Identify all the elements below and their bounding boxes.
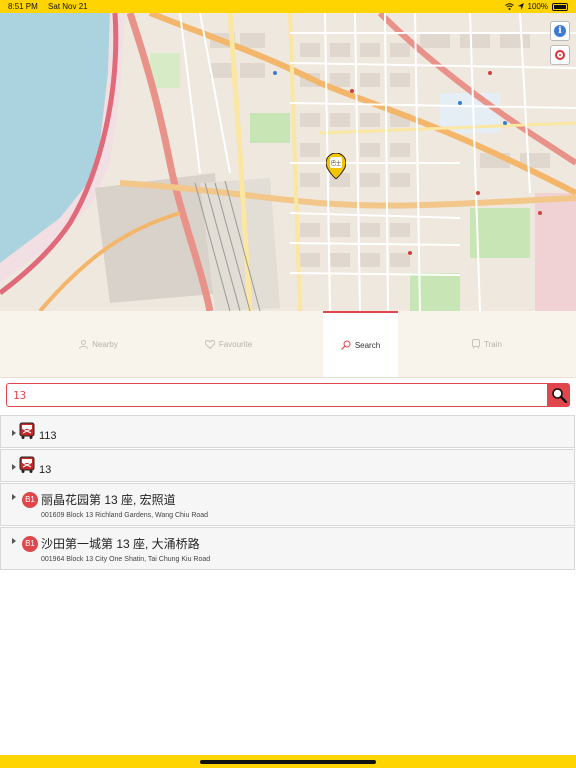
stop-name: 丽晶花园第 13 座, 宏照道 bbox=[41, 493, 176, 507]
list-item-route[interactable]: 13 bbox=[0, 449, 575, 482]
list-item-stop[interactable]: B1 丽晶花园第 13 座, 宏照道 001609 Block 13 Richl… bbox=[0, 483, 575, 526]
expand-caret-icon[interactable] bbox=[12, 464, 16, 470]
tab-favourite[interactable]: Favourite bbox=[130, 311, 327, 377]
tab-nearby-label: Nearby bbox=[92, 339, 118, 349]
train-icon bbox=[472, 339, 481, 349]
home-indicator[interactable] bbox=[200, 760, 376, 764]
search-bar bbox=[6, 383, 570, 407]
search-icon bbox=[340, 340, 351, 350]
tab-bar: Nearby Favourite Search Train bbox=[0, 311, 576, 378]
battery-icon bbox=[552, 2, 568, 11]
expand-caret-icon[interactable] bbox=[12, 538, 16, 544]
tab-train[interactable]: Train bbox=[398, 311, 576, 377]
stop-detail: 001609 Block 13 Richland Gardens, Wang C… bbox=[41, 512, 209, 519]
marker-label: 巴士 bbox=[331, 160, 341, 167]
bus-stop-marker[interactable]: 巴士 bbox=[326, 153, 346, 179]
list-item-stop[interactable]: B1 沙田第一城第 13 座, 大涌桥路 001964 Block 13 Cit… bbox=[0, 527, 575, 570]
expand-caret-icon[interactable] bbox=[12, 494, 16, 500]
status-date: Sat Nov 21 bbox=[48, 2, 88, 11]
bus-icon bbox=[19, 456, 35, 473]
search-button[interactable] bbox=[547, 383, 570, 407]
status-right: 100% bbox=[504, 2, 568, 11]
tab-search[interactable]: Search bbox=[323, 311, 398, 377]
stop-name: 沙田第一城第 13 座, 大涌桥路 bbox=[41, 537, 200, 551]
heart-icon bbox=[204, 339, 215, 349]
search-input[interactable] bbox=[6, 383, 554, 407]
info-button[interactable]: i bbox=[550, 21, 570, 41]
location-arrow-icon bbox=[517, 3, 524, 10]
tab-train-label: Train bbox=[484, 339, 502, 349]
target-icon bbox=[555, 50, 565, 60]
map-view[interactable]: 巴士 i bbox=[0, 13, 576, 311]
stop-badge: B1 bbox=[22, 492, 38, 508]
status-left: 8:51 PM Sat Nov 21 bbox=[8, 2, 88, 11]
map-pin-icon: 巴士 bbox=[326, 153, 346, 179]
tab-favourite-label: Favourite bbox=[218, 339, 253, 349]
expand-caret-icon[interactable] bbox=[12, 430, 16, 436]
battery-percent: 100% bbox=[527, 2, 548, 11]
stop-badge: B1 bbox=[22, 536, 38, 552]
person-icon bbox=[79, 339, 89, 349]
status-bar: 8:51 PM Sat Nov 21 100% bbox=[0, 0, 576, 13]
locate-button[interactable] bbox=[550, 45, 570, 65]
route-number: 113 bbox=[39, 430, 57, 442]
status-time: 8:51 PM bbox=[8, 2, 38, 11]
info-icon: i bbox=[554, 25, 566, 37]
magnifier-icon bbox=[551, 388, 567, 403]
route-number: 13 bbox=[39, 464, 52, 476]
tab-search-label: Search bbox=[354, 340, 381, 350]
stop-detail: 001964 Block 13 City One Shatin, Tai Chu… bbox=[41, 556, 211, 563]
wifi-icon bbox=[504, 3, 514, 10]
bus-icon bbox=[19, 422, 35, 439]
map-tiles bbox=[0, 13, 576, 311]
list-item-route[interactable]: 113 bbox=[0, 415, 575, 448]
